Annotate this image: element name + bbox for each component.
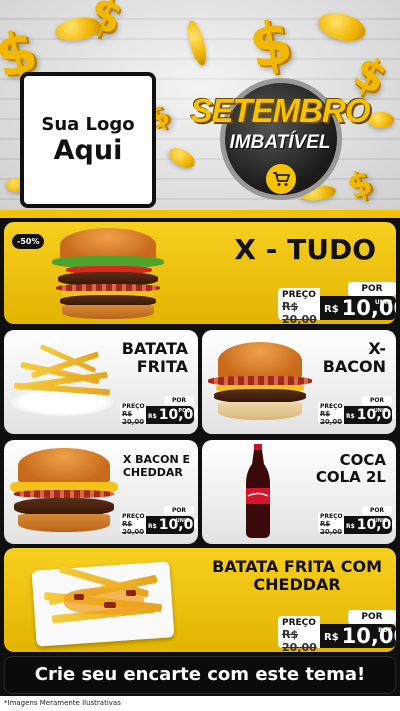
currency: R$: [346, 413, 355, 420]
logo-text-line2: Aqui: [53, 135, 123, 166]
campaign-badge: SETEMBRO IMBATÍVEL: [180, 70, 380, 210]
logo-placeholder[interactable]: Sua Logo Aqui: [20, 72, 156, 208]
product-card-coca-cola[interactable]: COCA COLA 2L PREÇO R$ 20,00 R$ 10,00 POR…: [202, 440, 396, 544]
price-new-block: R$ 10,00 POR UNID: [344, 506, 396, 534]
price-old-block: PREÇO R$ 20,00: [278, 616, 320, 652]
price-old-block: PREÇO R$ 20,00: [318, 512, 344, 536]
old-price: R$ 20,00: [122, 520, 145, 536]
unit-label: UNID: [373, 518, 388, 524]
currency: R$: [324, 632, 339, 643]
product-card-x-bacon[interactable]: X- BACON PREÇO R$ 20,00 R$ 10,00 POR UNI…: [202, 330, 396, 434]
por-label: POR: [348, 610, 396, 624]
fries-cheddar-image: [31, 558, 175, 647]
price-tag: PREÇO R$ 20,00 R$ 10,00 POR UNID: [120, 506, 198, 536]
price-new-block: R$ 10,00 POR UNID: [344, 396, 396, 424]
price-new-block: R$ 10,00 POR UNID: [146, 506, 198, 534]
product-name: BATATA FRITA COM CHEDDAR: [212, 557, 382, 595]
unit-label: POÇ: [178, 408, 190, 414]
price-tag: PREÇO R$ 20,00 R$ 10,00 POR POÇ: [120, 396, 198, 426]
currency: R$: [346, 523, 355, 530]
disclaimer-text: *Imagens Meramente Ilustrativas: [0, 696, 400, 711]
unit-label: UNID: [373, 408, 388, 414]
product-name: X BACON E CHEDDAR: [122, 453, 190, 479]
old-price: R$ 20,00: [282, 300, 317, 324]
product-name-line2: CHEDDAR: [122, 465, 183, 479]
product-card-x-bacon-cheddar[interactable]: X BACON E CHEDDAR PREÇO R$ 20,00 R$ 10,0…: [4, 440, 198, 544]
product-name: COCA COLA 2L: [315, 451, 386, 487]
coin-decor: [315, 8, 369, 46]
product-card-xtudo[interactable]: -50% X - TUDO PREÇO R$ 20,00 R$ 10,00 PO…: [4, 222, 396, 324]
badge-title: SETEMBRO: [190, 92, 370, 129]
unit-label: UNID: [374, 299, 392, 306]
coin-decor: [184, 18, 210, 68]
price-tag: PREÇO R$ 20,00 R$ 10,00 POR UNID: [318, 396, 396, 426]
header-banner: $ $ $ $ $ $ Sua Logo Aqui SETEMBRO IMBAT…: [0, 0, 400, 218]
soda-bottle-image: [242, 444, 274, 540]
price-label: PREÇO: [320, 403, 343, 410]
price-new-block: R$ 10,00 POR POÇ: [320, 610, 396, 648]
price-new-block: R$ 10,00 POR POÇ: [146, 396, 198, 424]
por-label: POR: [348, 282, 396, 296]
por-label: POR: [164, 506, 194, 515]
old-price: R$ 20,00: [122, 410, 145, 426]
product-name-line2: COLA 2L: [315, 468, 386, 487]
product-name: X- BACON: [322, 339, 386, 377]
header-stripe: [0, 210, 400, 218]
product-name: BATATA FRITA: [121, 339, 188, 377]
product-name-line1: X BACON E: [122, 453, 190, 466]
fries-image: [10, 344, 116, 418]
price-label: PREÇO: [282, 290, 316, 300]
price-label: PREÇO: [282, 618, 316, 628]
product-card-batata-cheddar[interactable]: BATATA FRITA COM CHEDDAR PREÇO R$ 20,00 …: [4, 548, 396, 652]
por-label: POR: [164, 396, 194, 405]
price-old-block: PREÇO R$ 20,00: [278, 288, 320, 324]
burger-image: [10, 448, 118, 538]
product-name-line1: X-: [368, 339, 386, 358]
product-name-line1: BATATA FRITA COM: [212, 557, 382, 576]
cart-icon: [266, 164, 296, 194]
price-tag: PREÇO R$ 20,00 R$ 10,00 POR UNID: [318, 506, 396, 536]
product-card-batata-frita[interactable]: BATATA FRITA PREÇO R$ 20,00 R$ 10,00 POR…: [4, 330, 198, 434]
burger-image: [52, 228, 164, 320]
burger-image: [208, 342, 312, 426]
currency: R$: [148, 413, 157, 420]
price-new-block: R$ 10,00 POR UNID: [320, 282, 396, 320]
por-label: POR: [362, 396, 392, 405]
price-label: PREÇO: [320, 513, 343, 520]
price-old-block: PREÇO R$ 20,00: [318, 402, 344, 426]
unit-label: POÇ: [378, 627, 392, 634]
logo-text-line1: Sua Logo: [41, 114, 135, 135]
product-name-line2: CHEDDAR: [253, 575, 341, 595]
old-price: R$ 20,00: [320, 410, 343, 426]
price-tag: PREÇO R$ 20,00 R$ 10,00 POR UNID: [278, 282, 396, 324]
product-name-line2: BACON: [322, 357, 386, 377]
unit-label: UNID: [175, 518, 190, 524]
por-label: POR: [362, 506, 392, 515]
currency: R$: [324, 304, 339, 315]
price-label: PREÇO: [122, 513, 145, 520]
discount-badge: -50%: [12, 234, 45, 249]
currency: R$: [148, 523, 157, 530]
price-old-block: PREÇO R$ 20,00: [120, 402, 146, 426]
product-name-line2: FRITA: [136, 357, 188, 377]
product-name-line1: BATATA: [121, 339, 188, 358]
badge-subtitle: IMBATÍVEL: [229, 132, 331, 153]
price-old-block: PREÇO R$ 20,00: [120, 512, 146, 536]
old-price: R$ 20,00: [282, 628, 317, 652]
cta-banner[interactable]: Crie seu encarte com este tema!: [4, 656, 396, 694]
price-label: PREÇO: [122, 403, 145, 410]
product-name-line1: COCA: [339, 451, 386, 469]
price-tag: PREÇO R$ 20,00 R$ 10,00 POR POÇ: [278, 610, 396, 652]
product-name: X - TUDO: [234, 233, 376, 266]
old-price: R$ 20,00: [320, 520, 343, 536]
